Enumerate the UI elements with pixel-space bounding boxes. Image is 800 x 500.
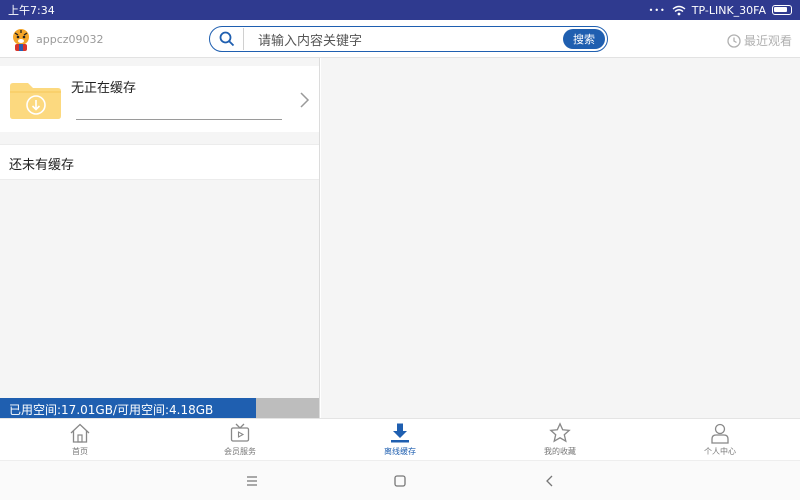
download-folder-icon	[10, 83, 61, 119]
nav-profile-label: 个人中心	[704, 447, 736, 456]
status-time: 上午7:34	[8, 4, 55, 17]
bottom-nav: 首页 会员服务 离线缓存 我的收藏 个人中心	[0, 418, 800, 460]
chevron-right-icon[interactable]	[298, 92, 310, 108]
top-header: appcz09032 请输入内容关键字 搜索 最近观看	[0, 20, 800, 58]
clock-icon	[727, 33, 741, 48]
nav-vip-service-label: 会员服务	[224, 447, 256, 456]
battery-icon	[772, 5, 792, 15]
back-icon[interactable]	[543, 474, 557, 488]
username[interactable]: appcz09032	[36, 33, 104, 46]
status-bar: 上午7:34 ••• TP-LINK_30FA	[0, 0, 800, 20]
search-bar[interactable]: 请输入内容关键字 搜索	[209, 26, 608, 52]
download-icon	[391, 423, 409, 443]
network-name: TP-LINK_30FA	[691, 3, 766, 17]
nav-offline-cache-label: 离线缓存	[384, 447, 416, 456]
person-icon	[711, 423, 729, 444]
more-dots-icon: •••	[648, 5, 666, 15]
status-right: ••• TP-LINK_30FA	[649, 4, 792, 17]
menu-icon[interactable]	[245, 474, 259, 488]
app-screen: 上午7:34 ••• TP-LINK_30FA appcz09032 请输入内容…	[0, 0, 800, 500]
star-icon	[549, 422, 571, 443]
empty-cache-message: 还未有缓存	[0, 144, 319, 180]
nav-profile[interactable]: 个人中心	[640, 419, 800, 460]
nav-offline-cache[interactable]: 离线缓存	[320, 419, 480, 460]
nav-favorites[interactable]: 我的收藏	[480, 419, 640, 460]
storage-bar: 已用空间:17.01GB/可用空间:4.18GB	[0, 398, 319, 418]
recent-watch-label: 最近观看	[743, 34, 792, 48]
nav-favorites-label: 我的收藏	[544, 447, 576, 456]
storage-text: 已用空间:17.01GB/可用空间:4.18GB	[9, 403, 214, 417]
nav-vip-service[interactable]: 会员服务	[160, 419, 320, 460]
downloading-item[interactable]: 无正在缓存	[0, 66, 319, 132]
nav-home[interactable]: 首页	[0, 419, 160, 460]
recent-watch-button[interactable]: 最近观看	[727, 32, 792, 49]
home-icon	[70, 423, 90, 443]
downloading-status: 无正在缓存	[71, 81, 137, 96]
search-button[interactable]: 搜索	[563, 29, 605, 49]
system-nav-bar	[0, 460, 800, 500]
home-square-icon[interactable]	[393, 474, 407, 488]
search-icon[interactable]	[210, 28, 244, 50]
wifi-icon	[672, 5, 686, 15]
cache-panel: 无正在缓存 还未有缓存 已用空间:17.01GB/可用空间:4.18GB	[0, 58, 320, 418]
nav-home-label: 首页	[72, 447, 88, 456]
search-input[interactable]: 请输入内容关键字	[244, 30, 563, 49]
download-progress-bar	[76, 119, 282, 120]
tiger-logo-icon[interactable]	[10, 28, 32, 52]
content-panel	[321, 58, 800, 418]
tv-icon	[230, 423, 250, 442]
